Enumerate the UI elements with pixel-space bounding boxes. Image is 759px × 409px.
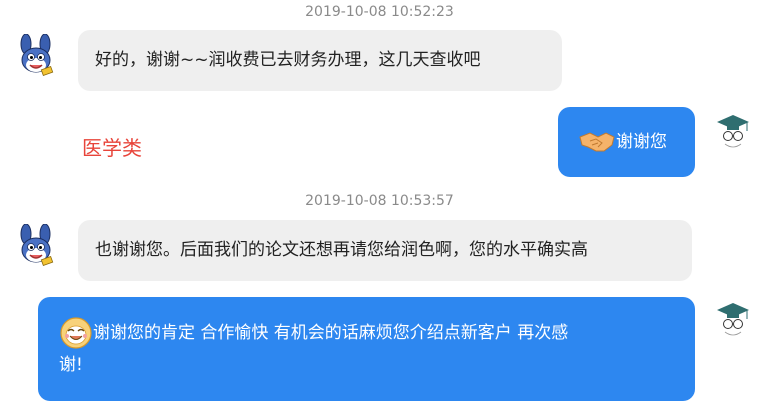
message-text: 谢谢您的肯定 合作愉快 有机会的话麻烦您介绍点新客户 再次感 [93,323,569,343]
message-timestamp: 2019-10-08 10:53:57 [305,193,454,209]
graduate-avatar-icon[interactable] [711,110,755,154]
message-text-continued: 谢! [59,355,83,375]
incoming-message-bubble[interactable]: 也谢谢您。后面我们的论文还想再请您给润色啊，您的水平确实高 [78,220,692,281]
handshake-icon [578,129,616,155]
rabbit-avatar-icon[interactable] [14,223,58,268]
message-text: 也谢谢您。后面我们的论文还想再请您给润色啊，您的水平确实高 [95,240,588,260]
outgoing-message-bubble[interactable]: 谢谢您的肯定 合作愉快 有机会的话麻烦您介绍点新客户 再次感 谢! [38,297,695,401]
rabbit-avatar-icon[interactable] [14,33,58,78]
category-tag: 医学类 [82,136,142,160]
outgoing-message-bubble[interactable]: 谢谢您 [558,107,695,177]
message-text: 好的，谢谢~~润收费已去财务办理，这几天查收吧 [95,50,481,70]
message-text: 谢谢您 [616,132,667,152]
message-timestamp: 2019-10-08 10:52:23 [305,4,454,20]
smile-icon [59,316,93,350]
incoming-message-bubble[interactable]: 好的，谢谢~~润收费已去财务办理，这几天查收吧 [78,30,562,91]
graduate-avatar-icon[interactable] [711,298,755,342]
